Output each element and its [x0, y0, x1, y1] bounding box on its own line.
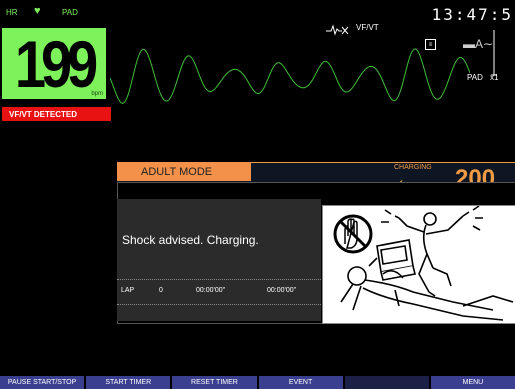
alarm-banner: VF/VT DETECTED	[2, 107, 111, 121]
heart-icon: ♥	[34, 5, 41, 17]
no-touch-icon	[333, 214, 373, 254]
heart-rate-value: 199	[14, 26, 98, 101]
heart-rate-display: 199 bpm	[2, 28, 106, 99]
softkey-event[interactable]: EVENT	[258, 376, 343, 389]
voice-prompt-message: Shock advised. Charging.	[122, 233, 259, 247]
softkey-bar: PAUSE START/STOP START TIMER RESET TIMER…	[0, 376, 515, 389]
lap-label: LAP	[121, 287, 135, 294]
hr-label: HR	[6, 8, 18, 17]
heart-rate-unit: bpm	[91, 91, 103, 97]
lap-time-total: 00:00'00"	[267, 287, 297, 294]
softkey-start-timer[interactable]: START TIMER	[86, 376, 171, 389]
softkey-menu[interactable]: MENU	[430, 376, 515, 389]
pad-label-top: PAD	[62, 8, 78, 17]
lap-count: 0	[159, 287, 163, 294]
clock: 13:47:5	[431, 5, 513, 24]
softkey-reset-timer[interactable]: RESET TIMER	[172, 376, 257, 389]
waveform-scale-marker	[491, 30, 497, 76]
mode-tab: ADULT MODE	[117, 162, 251, 181]
lap-time-current: 00:00'00"	[196, 287, 226, 294]
ecg-waveform	[110, 48, 470, 104]
do-not-touch-illustration	[322, 205, 515, 324]
softkey-blank[interactable]	[344, 376, 429, 389]
softkey-pause-start-stop[interactable]: PAUSE START/STOP	[0, 376, 85, 389]
charging-label: CHARGING	[394, 164, 432, 171]
rhythm-label: VF/VT	[356, 23, 379, 32]
